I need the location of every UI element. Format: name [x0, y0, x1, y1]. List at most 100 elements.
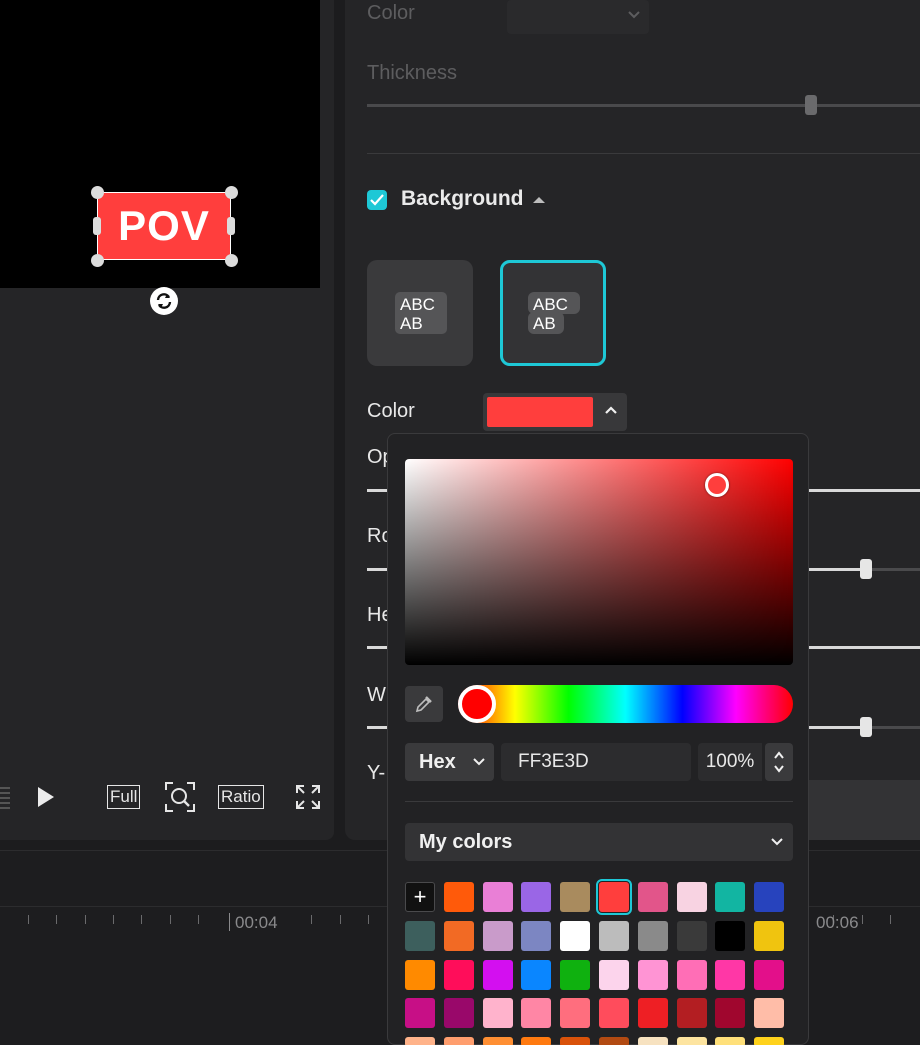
thickness-slider-thumb[interactable]: [805, 95, 817, 115]
color-swatch[interactable]: [715, 998, 746, 1029]
saturation-value-area[interactable]: [405, 459, 793, 665]
color-swatch[interactable]: [754, 882, 785, 912]
color-swatch[interactable]: [521, 1037, 552, 1045]
background-section-title[interactable]: Background: [401, 187, 524, 211]
timeline-grip[interactable]: [0, 780, 12, 814]
color-swatch[interactable]: [443, 920, 474, 951]
color-swatch[interactable]: [482, 920, 513, 951]
style-preview-icon: ABC AB: [395, 292, 447, 334]
color-swatch[interactable]: [560, 959, 591, 990]
resize-handle-bl[interactable]: [91, 254, 104, 267]
color-swatch[interactable]: [521, 959, 552, 990]
color-swatch[interactable]: [754, 1037, 785, 1045]
color-swatch[interactable]: [599, 959, 629, 990]
zoom-fit-button[interactable]: [164, 780, 196, 814]
text-overlay[interactable]: POV: [97, 192, 231, 260]
color-swatch[interactable]: [405, 998, 435, 1029]
color-swatch[interactable]: [443, 882, 474, 912]
color-swatch[interactable]: [560, 882, 591, 912]
color-swatch[interactable]: [676, 920, 707, 951]
style-preview-line2: AB: [400, 314, 423, 333]
bg-color-label: Color: [367, 400, 415, 422]
color-swatch[interactable]: [676, 882, 707, 912]
ruler-tick: [311, 915, 312, 924]
color-swatch[interactable]: [443, 998, 474, 1029]
color-swatch[interactable]: [482, 959, 513, 990]
picker-divider: [405, 801, 793, 802]
color-swatch[interactable]: [676, 959, 707, 990]
color-swatch[interactable]: [715, 882, 746, 912]
opacity-input[interactable]: 100%: [698, 743, 762, 781]
color-swatch[interactable]: [560, 998, 591, 1029]
bg-color-dropdown[interactable]: [483, 393, 627, 431]
hue-slider-knob[interactable]: [458, 685, 496, 723]
resize-handle-left[interactable]: [93, 217, 101, 235]
color-swatch[interactable]: [482, 998, 513, 1029]
roundness-slider-rest: [867, 568, 920, 571]
color-swatch[interactable]: [599, 1037, 629, 1045]
background-style-option-1[interactable]: ABC AB: [367, 260, 473, 366]
color-swatch[interactable]: [637, 920, 668, 951]
color-mode-select[interactable]: Hex: [405, 743, 494, 781]
color-swatch[interactable]: [482, 1037, 513, 1045]
color-swatch[interactable]: [521, 882, 552, 912]
color-swatch[interactable]: [560, 1037, 591, 1045]
roundness-slider-thumb[interactable]: [860, 559, 872, 579]
color-swatch[interactable]: [637, 882, 668, 912]
color-swatch[interactable]: [676, 1037, 707, 1045]
my-colors-dropdown[interactable]: My colors: [405, 823, 793, 861]
color-swatch[interactable]: [599, 998, 629, 1029]
color-swatch[interactable]: [521, 920, 552, 951]
color-swatch[interactable]: [637, 1037, 668, 1045]
saturation-value-knob[interactable]: [705, 473, 729, 497]
ratio-label: Ratio: [218, 785, 264, 809]
color-swatch[interactable]: [715, 1037, 746, 1045]
border-color-dropdown[interactable]: [507, 0, 649, 34]
width-slider-thumb[interactable]: [860, 717, 872, 737]
preview-canvas[interactable]: POV: [0, 0, 320, 288]
eyedropper-button[interactable]: [405, 686, 443, 722]
resize-handle-tl[interactable]: [91, 186, 104, 199]
full-button[interactable]: Full: [107, 780, 141, 814]
color-swatch[interactable]: [560, 920, 591, 951]
resize-handle-br[interactable]: [225, 254, 238, 267]
color-swatch[interactable]: [443, 1037, 474, 1045]
color-swatch[interactable]: [676, 998, 707, 1029]
chevron-down-icon: [628, 11, 640, 19]
play-button[interactable]: [36, 780, 56, 814]
color-swatch[interactable]: [754, 959, 785, 990]
hex-input[interactable]: FF3E3D: [501, 743, 691, 781]
background-style-option-2[interactable]: ABC AB: [500, 260, 606, 366]
color-swatch[interactable]: [637, 959, 668, 990]
fullscreen-button[interactable]: [295, 780, 321, 814]
style-preview-icon: ABC AB: [528, 292, 580, 334]
color-swatch[interactable]: [596, 879, 632, 915]
thickness-slider-track[interactable]: [367, 104, 920, 107]
resize-handle-right[interactable]: [227, 217, 235, 235]
color-swatch[interactable]: [715, 959, 746, 990]
color-swatch[interactable]: [754, 998, 785, 1029]
color-swatch[interactable]: [405, 920, 435, 951]
ruler-tick: [170, 915, 171, 924]
caret-up-icon[interactable]: [532, 195, 546, 204]
background-checkbox[interactable]: [367, 190, 387, 210]
add-color-button[interactable]: +: [405, 882, 435, 912]
color-swatch[interactable]: [637, 998, 668, 1029]
color-swatch[interactable]: [521, 998, 552, 1029]
ruler-tick: [198, 915, 199, 924]
ruler-tick: [85, 915, 86, 924]
resize-handle-tr[interactable]: [225, 186, 238, 199]
color-swatch[interactable]: [405, 1037, 435, 1045]
color-swatch[interactable]: [754, 920, 785, 951]
section-divider: [367, 153, 920, 154]
rotate-handle[interactable]: [150, 287, 178, 315]
color-swatch[interactable]: [599, 920, 629, 951]
color-swatch[interactable]: [405, 959, 435, 990]
color-swatch[interactable]: [443, 959, 474, 990]
width-label: W: [367, 684, 386, 706]
hue-slider[interactable]: [458, 685, 793, 723]
color-swatch[interactable]: [482, 882, 513, 912]
opacity-stepper[interactable]: [765, 743, 793, 781]
color-swatch[interactable]: [715, 920, 746, 951]
ratio-button[interactable]: Ratio: [218, 780, 264, 814]
